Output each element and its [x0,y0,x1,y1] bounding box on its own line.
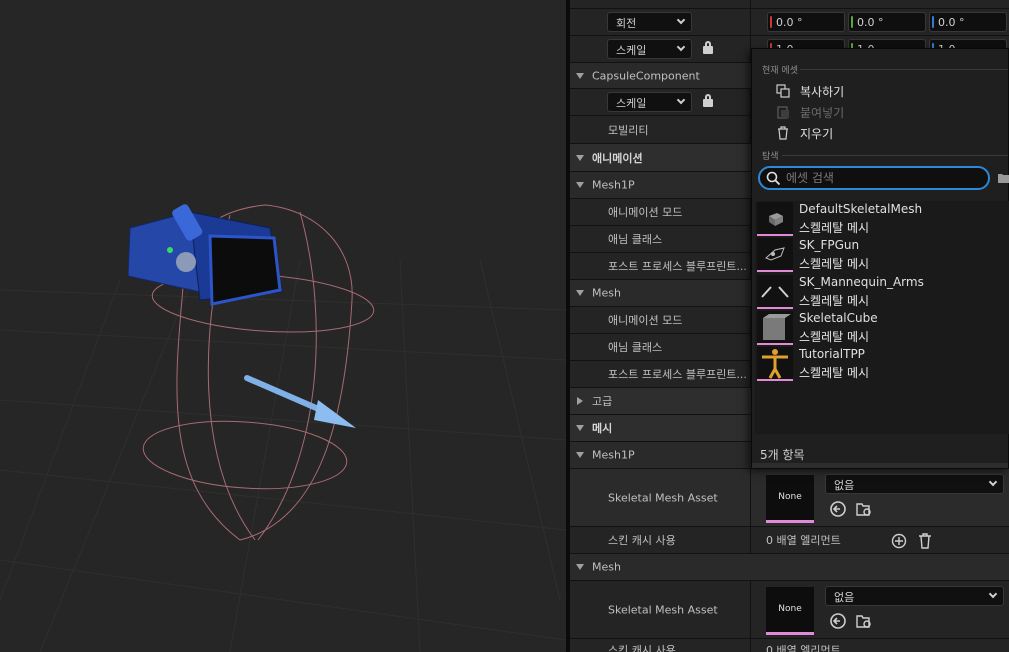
skin-cache-row: 스킨 캐시 사용 0 배열 엘리먼트 [570,639,1009,652]
lock-icon[interactable] [703,94,713,107]
asset-picker-combo[interactable]: 없음 [825,586,1004,606]
expand-arrow-icon [576,290,584,296]
skeletal-mesh-asset-row: Skeletal Mesh Asset None 없음 [570,581,1009,639]
paste-menu-item[interactable]: 붙여넣기 [800,104,844,121]
asset-item-defaultskeletalmesh[interactable]: DefaultSkeletalMesh 스켈레탈 메시 [755,201,1009,237]
asset-picker-popup: 현재 에셋 복사하기 붙여넣기 지우기 탐색 DefaultSkeletalMe… [751,48,1009,468]
browse-section-label: 탐색 [762,152,779,162]
browse-asset-icon[interactable] [855,612,873,630]
rotation-y-input[interactable]: 0.0 ° [848,12,926,32]
location-row [570,0,1009,9]
gun-icon [757,238,793,272]
rotation-row: 회전 0.0 ° 0.0 ° 0.0 ° [570,9,1009,36]
level-viewport[interactable] [0,0,566,652]
expand-arrow-icon [576,564,584,570]
viewport-scene [0,204,566,652]
chevron-down-icon [988,589,998,599]
rotation-mode-combo[interactable]: 회전 [607,12,692,32]
lock-icon[interactable] [703,41,713,54]
copy-icon [776,84,790,98]
chevron-down-icon [988,477,998,487]
divider [800,69,1008,70]
chevron-down-icon [676,15,686,25]
chevron-down-icon [676,42,686,52]
asset-item-sk-fpgun[interactable]: SK_FPGun 스켈레탈 메시 [755,237,1009,273]
trash-icon[interactable] [916,532,934,550]
cube-icon [757,311,793,345]
paste-icon [777,106,789,119]
asset-search-input[interactable] [786,170,981,186]
collapsed-arrow-icon [577,397,583,405]
clear-menu-item[interactable]: 지우기 [800,125,833,142]
rotation-x-input[interactable]: 0.0 ° [767,12,845,32]
asset-item-skeletalcube[interactable]: SkeletalCube 스켈레탈 메시 [755,310,1009,346]
asset-search-box[interactable] [758,166,990,190]
asset-list: DefaultSkeletalMesh 스켈레탈 메시 SK_FPGun 스켈레… [755,201,1009,434]
camera-component [127,204,283,306]
skeletal-mesh-asset-row: Skeletal Mesh Asset None 없음 [570,469,1009,527]
asset-thumbnail[interactable]: None [766,587,814,635]
capsule-scale-combo[interactable]: 스케일 [607,92,692,112]
search-icon [766,171,781,186]
arms-icon [757,275,793,309]
expand-arrow-icon [576,452,584,458]
expand-arrow-icon [576,425,584,431]
expand-arrow-icon [576,72,584,79]
resize-grip[interactable] [752,463,1008,468]
rotation-z-input[interactable]: 0.0 ° [929,12,1007,32]
ground-grid [0,259,566,652]
rotation-label: 회전 [616,17,637,30]
trash-icon [778,126,788,140]
current-asset-section-label: 현재 에셋 [762,66,798,76]
item-count: 5개 항목 [760,448,805,462]
chevron-down-icon [676,95,686,105]
expand-arrow-icon [576,154,584,161]
cube-icon [757,202,793,236]
expand-arrow-icon [576,182,584,188]
asset-item-sk-mannequin-arms[interactable]: SK_Mannequin_Arms 스켈레탈 메시 [755,274,1009,310]
skin-cache-row: 스킨 캐시 사용 0 배열 엘리먼트 [570,527,1009,554]
copy-menu-item[interactable]: 복사하기 [800,83,844,100]
mesh-mesh-header[interactable]: Mesh [570,554,1009,581]
use-selected-icon[interactable] [829,612,847,630]
asset-item-tutorialtpp[interactable]: TutorialTPP 스켈레탈 메시 [755,346,1009,382]
divider [782,155,1008,156]
scale-mode-combo[interactable]: 스케일 [607,39,692,59]
asset-thumbnail[interactable]: None [766,475,814,523]
scale-label: 스케일 [616,44,647,57]
folder-icon[interactable] [997,171,1009,185]
mannequin-icon [757,347,793,381]
use-selected-icon[interactable] [829,500,847,518]
add-element-icon[interactable] [890,532,908,550]
browse-asset-icon[interactable] [855,500,873,518]
asset-picker-combo[interactable]: 없음 [825,474,1004,494]
